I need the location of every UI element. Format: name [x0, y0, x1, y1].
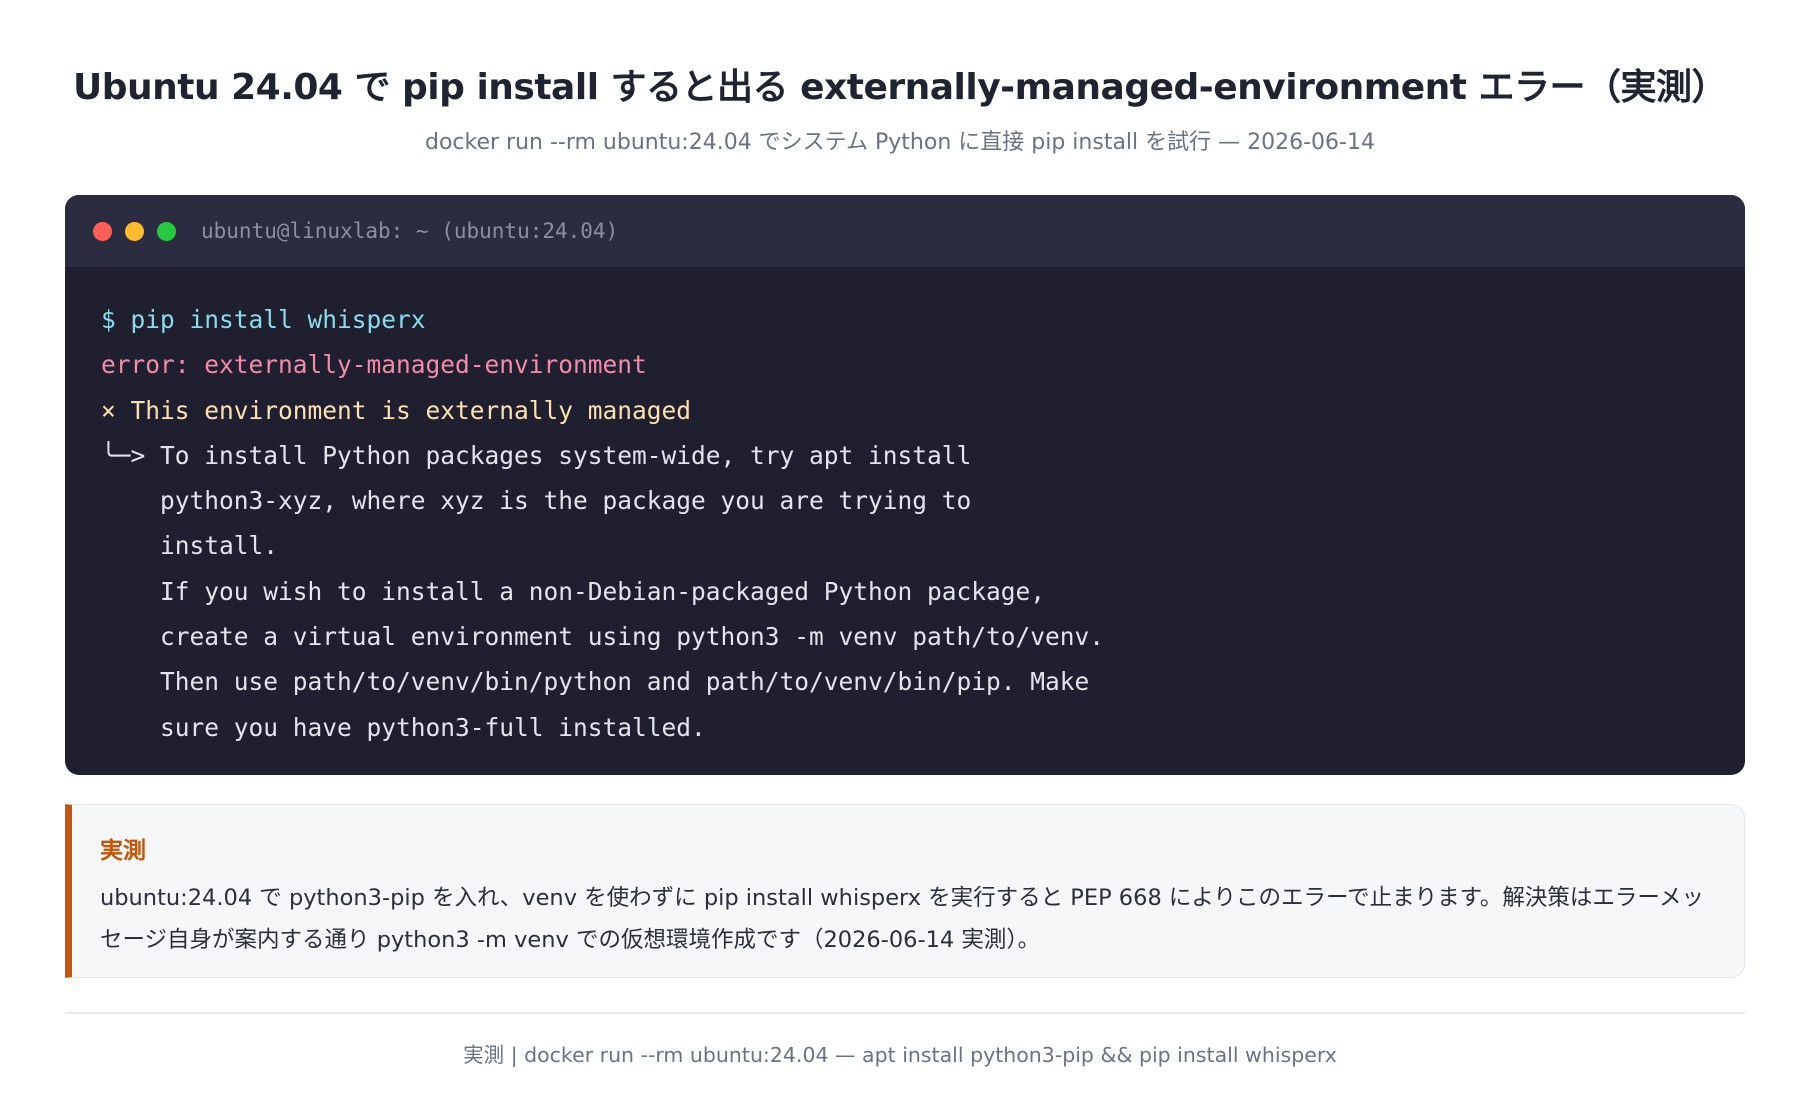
terminal-command-line: $ pip install whisperx	[101, 305, 426, 334]
terminal-message-line: create a virtual environment using pytho…	[101, 622, 1105, 652]
minimize-window-icon[interactable]	[125, 221, 144, 241]
maximize-window-icon[interactable]	[157, 221, 176, 241]
terminal-message-line: ╰─> To install Python packages system-wi…	[101, 440, 972, 470]
page-subtitle: docker run --rm ubuntu:24.04 でシステム Pytho…	[425, 130, 1375, 155]
terminal-message-line: If you wish to install a non-Debian-pack…	[101, 576, 1046, 606]
footer-divider	[65, 1012, 1745, 1014]
terminal-message-line: install.	[101, 531, 279, 561]
terminal-warning-line: × This environment is externally managed	[101, 395, 692, 425]
terminal-error-line: error: externally-managed-environment	[101, 350, 647, 380]
terminal-title: ubuntu@linuxlab: ~ (ubuntu:24.04)	[201, 219, 619, 243]
page: Ubuntu 24.04 で pip install すると出る externa…	[0, 0, 1800, 1102]
page-title: Ubuntu 24.04 で pip install すると出る externa…	[72, 67, 1728, 108]
footer-caption: 実測 | docker run --rm ubuntu:24.04 — apt …	[463, 1043, 1337, 1067]
note-callout: 実測 ubuntu:24.04 で python3-pip を入れ、venv を…	[65, 804, 1745, 978]
note-label: 実測	[100, 838, 146, 864]
terminal-message-line: Then use path/to/venv/bin/python and pat…	[101, 667, 1090, 697]
terminal-title-bar: ubuntu@linuxlab: ~ (ubuntu:24.04)	[65, 195, 1745, 267]
terminal-message-line: python3-xyz, where xyz is the package yo…	[101, 486, 972, 516]
terminal-window: ubuntu@linuxlab: ~ (ubuntu:24.04) $ pip …	[65, 195, 1745, 775]
terminal-message-line: sure you have python3-full installed.	[101, 712, 706, 742]
close-window-icon[interactable]	[93, 221, 112, 241]
terminal-output[interactable]: $ pip install whisperx error: externally…	[65, 267, 1745, 750]
note-text: ubuntu:24.04 で python3-pip を入れ、venv を使わず…	[100, 885, 1704, 953]
